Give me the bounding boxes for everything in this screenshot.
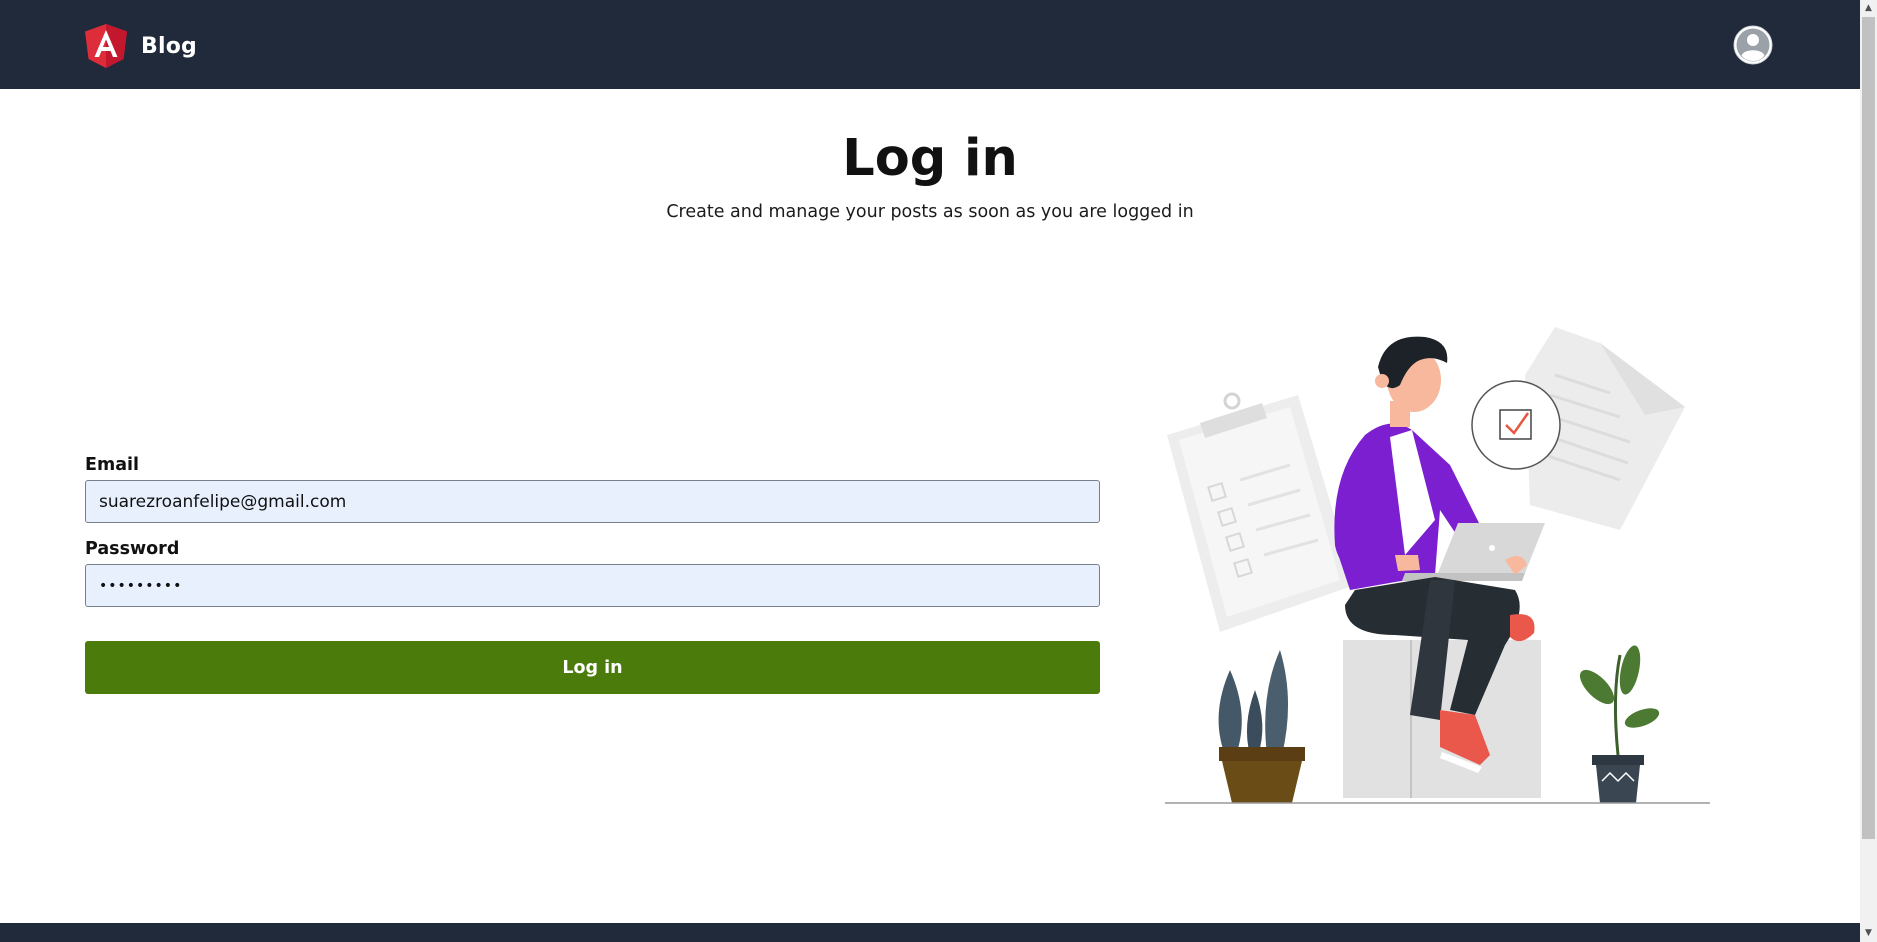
password-field[interactable] — [85, 564, 1100, 607]
email-field[interactable] — [85, 480, 1100, 523]
login-form: Email Password Log in — [85, 453, 1100, 694]
page-title: Log in — [842, 129, 1018, 188]
brand-title: Blog — [141, 33, 197, 59]
potted-plant-icon — [1579, 645, 1660, 803]
scrollbar-thumb[interactable] — [1862, 17, 1875, 839]
footer-bar — [0, 923, 1860, 942]
login-button[interactable]: Log in — [85, 641, 1100, 694]
clipboard-icon — [1167, 392, 1355, 632]
page-subtitle: Create and manage your posts as soon as … — [666, 202, 1194, 222]
scroll-down-icon[interactable]: ▼ — [1860, 925, 1877, 942]
angular-logo-icon — [85, 24, 127, 68]
man-with-laptop-illustration — [1150, 315, 1720, 810]
scroll-up-icon[interactable]: ▲ — [1860, 0, 1877, 17]
speech-bubble-icon — [1471, 380, 1561, 470]
password-label: Password — [85, 539, 180, 559]
page-scrollbar[interactable]: ▲ ▼ — [1860, 0, 1877, 942]
email-label: Email — [85, 455, 139, 475]
brand[interactable]: Blog — [85, 24, 197, 68]
user-avatar-icon[interactable] — [1733, 25, 1773, 65]
top-navbar: Blog — [0, 0, 1860, 89]
cactus-plant-icon — [1218, 650, 1305, 803]
